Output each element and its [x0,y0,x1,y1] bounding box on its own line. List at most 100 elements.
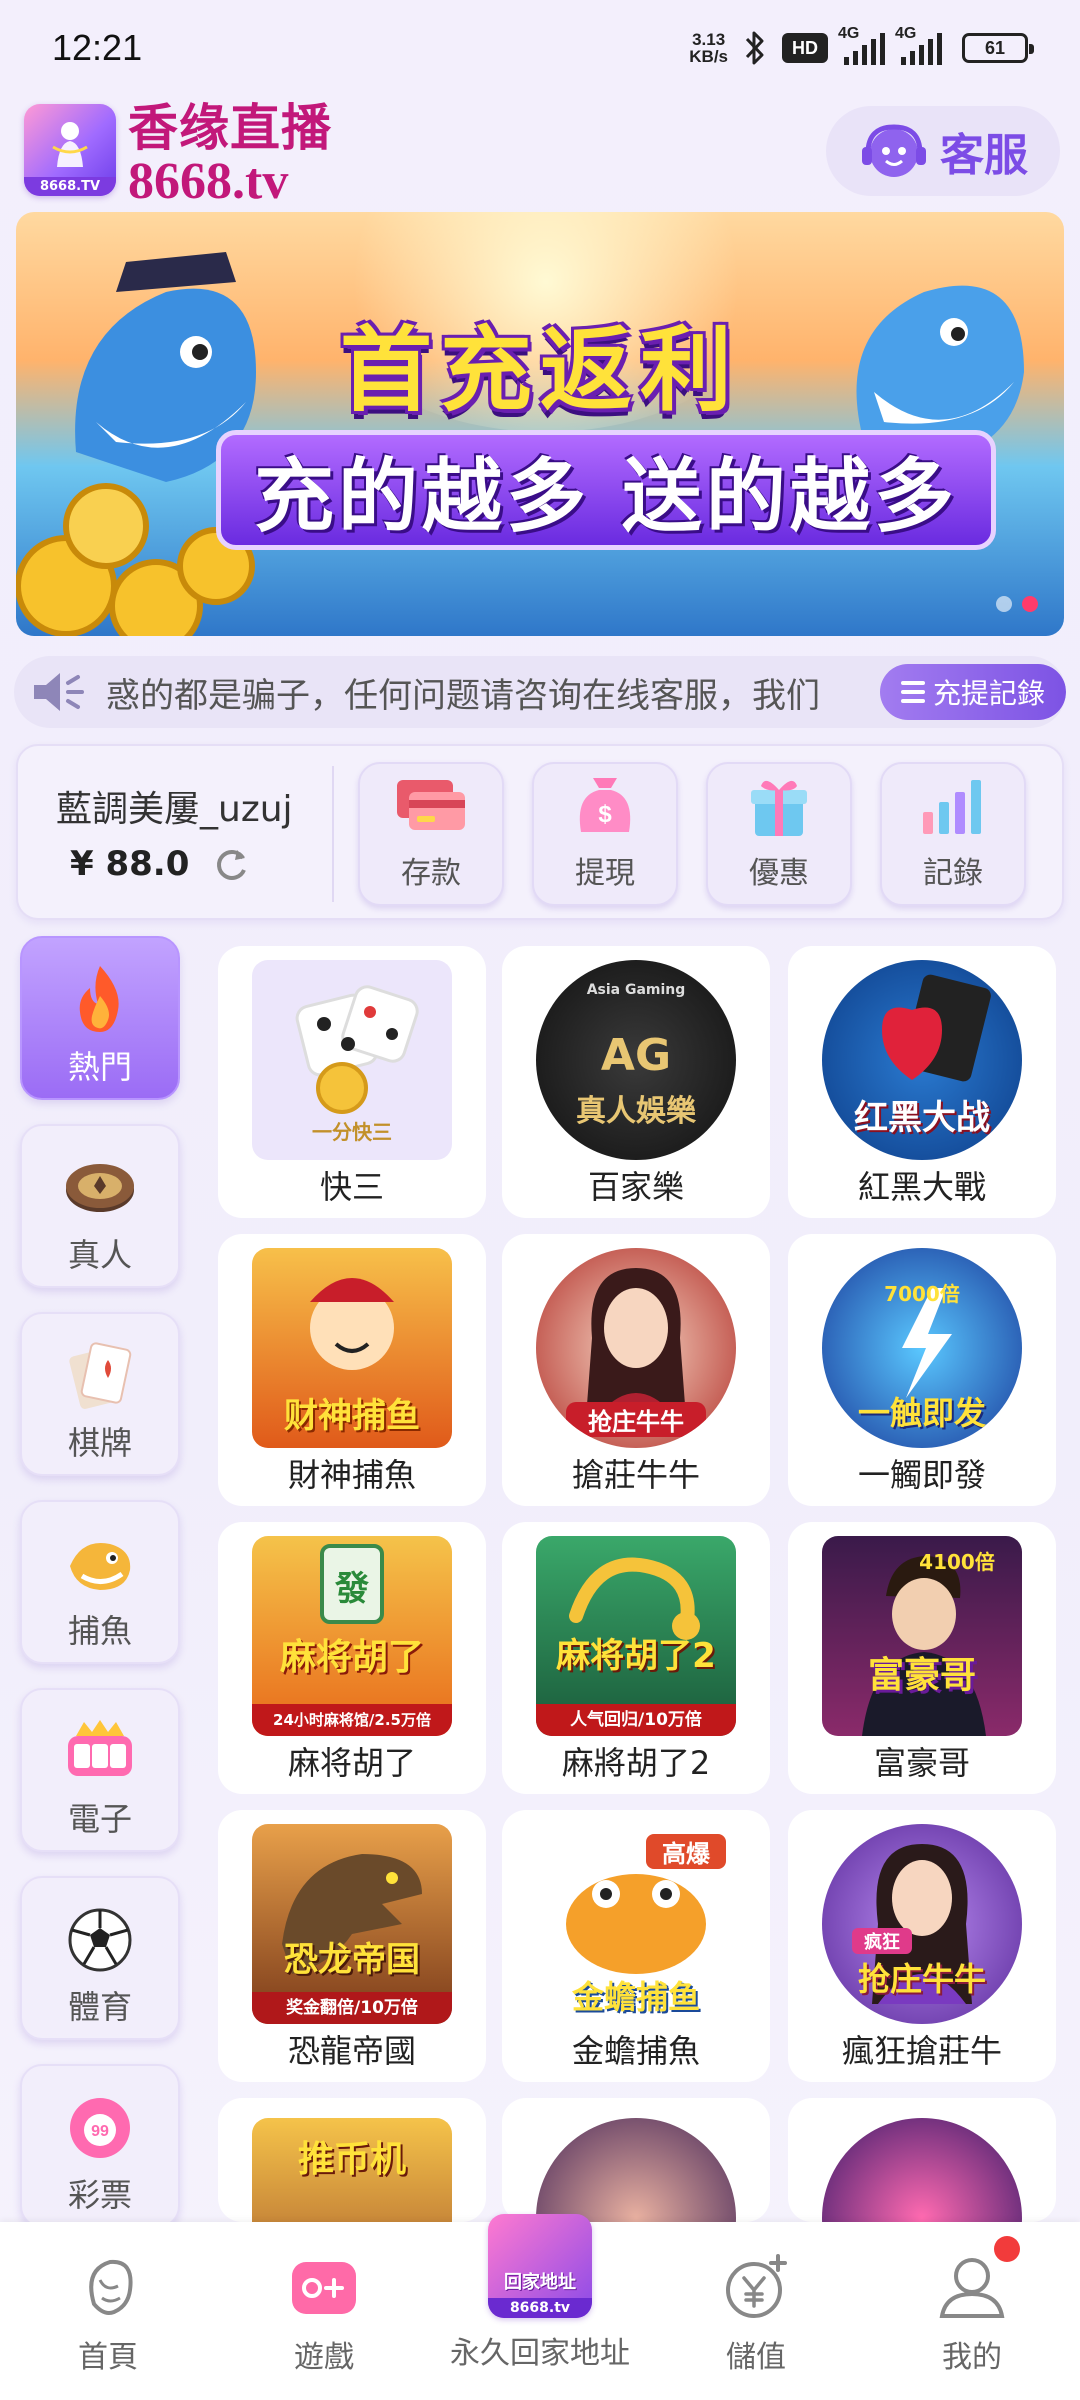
signal-icon: 4G [895,25,942,65]
game-thumbnail: 發 麻将胡了 24小时麻将馆/2.5万倍 [252,1536,452,1736]
logo-sub: 8668.tv [488,2298,592,2318]
category-slots[interactable]: 電子 [20,1688,180,1852]
lottery-ball-icon: 99 [70,2098,130,2158]
brand-domain: 8668.tv [128,153,289,210]
game-thumbnail: 恐龙帝国 奖金翻倍/10万倍 [252,1824,452,2024]
thumb-caption: 4100倍 [919,1550,995,1574]
category-label: 真人 [67,1236,132,1274]
game-card-dinosaur-empire[interactable]: 恐龙帝国 奖金翻倍/10万倍 恐龍帝國 [218,1810,486,2082]
game-card-caishen-fishing[interactable]: 财神捕鱼 財神捕魚 [218,1234,486,1506]
thumb-caption: 高爆 [646,1834,726,1869]
game-card-yichu-jifa[interactable]: 7000倍 一触即发 一觸即發 [788,1234,1056,1506]
network-speed-unit: KB/s [689,47,728,66]
thumb-caption: 红黑大战 [854,1098,990,1138]
nav-permanent-address[interactable]: 回家地址 8668.tv 永久回家地址 [440,2214,640,2400]
deposit-withdraw-records-button[interactable]: 充提記錄 [880,664,1066,720]
thumb-caption: Asia Gaming [586,982,686,998]
user-icon [939,2258,1005,2318]
category-fishing[interactable]: 捕魚 [20,1500,180,1664]
nav-label: 我的 [942,2340,1002,2375]
game-thumbnail: 4100倍 富豪哥 [822,1536,1022,1736]
deposit-button[interactable]: 存款 [358,762,504,906]
promotions-button[interactable]: 優惠 [706,762,852,906]
records-button[interactable]: 記錄 [880,762,1026,906]
signal-label: 4G [895,25,917,42]
thumb-caption: 奖金翻倍/10万倍 [252,1992,452,2024]
slot-icon [68,1720,132,1776]
gift-icon [751,780,807,836]
promotions-label: 優惠 [749,856,809,891]
game-thumbnail: 高爆 金蟾捕鱼 [536,1824,736,2024]
thumb-caption: AG [600,1030,672,1081]
nav-profile[interactable]: 我的 [882,2222,1062,2400]
game-card-mahjong-ways[interactable]: 發 麻将胡了 24小时麻将馆/2.5万倍 麻将胡了 [218,1522,486,1794]
thumb-caption: 推币机 [297,2139,406,2180]
bluetooth-icon [745,31,764,65]
thumb-caption: 金蟾捕鱼 [571,1978,700,2016]
game-card-kuaisan[interactable]: 一分快三 快三 [218,946,486,1218]
nav-games[interactable]: 遊戲 [234,2222,414,2400]
records-label: 記錄 [923,856,983,891]
banner-indicator-active[interactable] [1022,596,1038,612]
category-lottery[interactable]: 99 彩票 [20,2064,180,2228]
thumb-caption: 人气回归/10万倍 [536,1704,736,1736]
game-thumbnail [536,2118,736,2222]
game-card-coin-pusher[interactable]: 推币机 [218,2098,486,2222]
logo-figure-icon [52,122,88,167]
game-card-fuhao-ge[interactable]: 4100倍 富豪哥 富豪哥 [788,1522,1056,1794]
category-label: 彩票 [67,2176,132,2214]
category-live[interactable]: 真人 [20,1124,180,1288]
game-thumbnail: 财神捕鱼 [252,1248,452,1448]
thumb-caption: 恐龙帝国 [284,1940,420,1980]
game-card-qiangzhuang-niuniu[interactable]: 抢庄牛牛 搶莊牛牛 [502,1234,770,1506]
banner-subtitle: 充的越多 送的越多 [216,430,996,550]
hd-icon: HD [782,33,828,63]
flame-icon [79,966,119,1032]
game-name: 恐龍帝國 [287,2032,416,2070]
game-thumbnail: 红黑大战 [822,960,1022,1160]
game-thumbnail: 抢庄牛牛 [536,1248,736,1448]
game-name: 一觸即發 [857,1456,986,1494]
game-card-crazy-niuniu[interactable]: 疯狂 抢庄牛牛 瘋狂搶莊牛 [788,1810,1056,2082]
game-card-baccarat[interactable]: Asia Gaming AG 真人娛樂 百家樂 [502,946,770,1218]
announcement-marquee[interactable]: 惑的都是骗子，任何问题请咨询在线客服，我们 充提記錄 [14,656,1066,728]
withdraw-button[interactable]: $ 提現 [532,762,678,906]
game-card-red-black[interactable]: 红黑大战 紅黑大戰 [788,946,1056,1218]
brand-name: 香缘直播 [128,98,332,157]
game-name: 富豪哥 [873,1744,970,1782]
category-hot[interactable]: 熱門 [20,936,180,1100]
yen-add-icon [726,2254,787,2318]
category-sports[interactable]: 體育 [20,1876,180,2040]
game-thumbnail: Asia Gaming AG 真人娛樂 [536,960,736,1160]
customer-service-button[interactable]: 客服 [826,106,1060,196]
game-card-golden-toad-fishing[interactable]: 高爆 金蟾捕鱼 金蟾捕魚 [502,1810,770,2082]
divider [332,766,334,902]
fish-icon [70,1542,131,1590]
signal-label: 4G [838,25,860,42]
svg-text:99: 99 [91,2123,109,2140]
game-name: 麻將胡了2 [561,1744,711,1782]
logo-text: 回家地址 [504,2272,576,2293]
banner-indicator[interactable] [996,596,1012,612]
nav-home[interactable]: 首頁 [18,2222,198,2400]
game-card-partial[interactable] [788,2098,1056,2222]
nav-deposit[interactable]: 儲值 [666,2222,846,2400]
thumb-caption: 一分快三 [312,1120,392,1144]
game-card-mahjong-ways-2[interactable]: 麻将胡了2 人气回归/10万倍 麻將胡了2 [502,1522,770,1794]
home-address-logo-icon: 回家地址 8668.tv [488,2214,592,2318]
list-icon [900,681,925,703]
game-card-partial[interactable] [502,2098,770,2222]
thumb-caption: 24小时麻将馆/2.5万倍 [252,1704,452,1736]
thumb-caption: 7000倍 [884,1282,960,1306]
thumb-caption: 抢庄牛牛 [566,1402,706,1437]
cards-icon [69,1342,132,1409]
announcement-text: 惑的都是骗子，任何问题请咨询在线客服，我们 [106,675,820,716]
network-speed: 3.13 KB/s [689,31,728,65]
refresh-icon[interactable] [211,844,251,884]
brand: 香缘直播 8668.tv [128,100,332,208]
category-cards[interactable]: 棋牌 [20,1312,180,1476]
promo-banner[interactable]: 首充返利 充的越多 送的越多 [16,212,1064,636]
bottom-navigation: 首頁 遊戲 回家地址 8668.tv 永久回家地址 儲值 我的 [0,2214,1080,2400]
category-label: 體育 [67,1988,132,2026]
money-bag-icon: $ [579,778,631,832]
